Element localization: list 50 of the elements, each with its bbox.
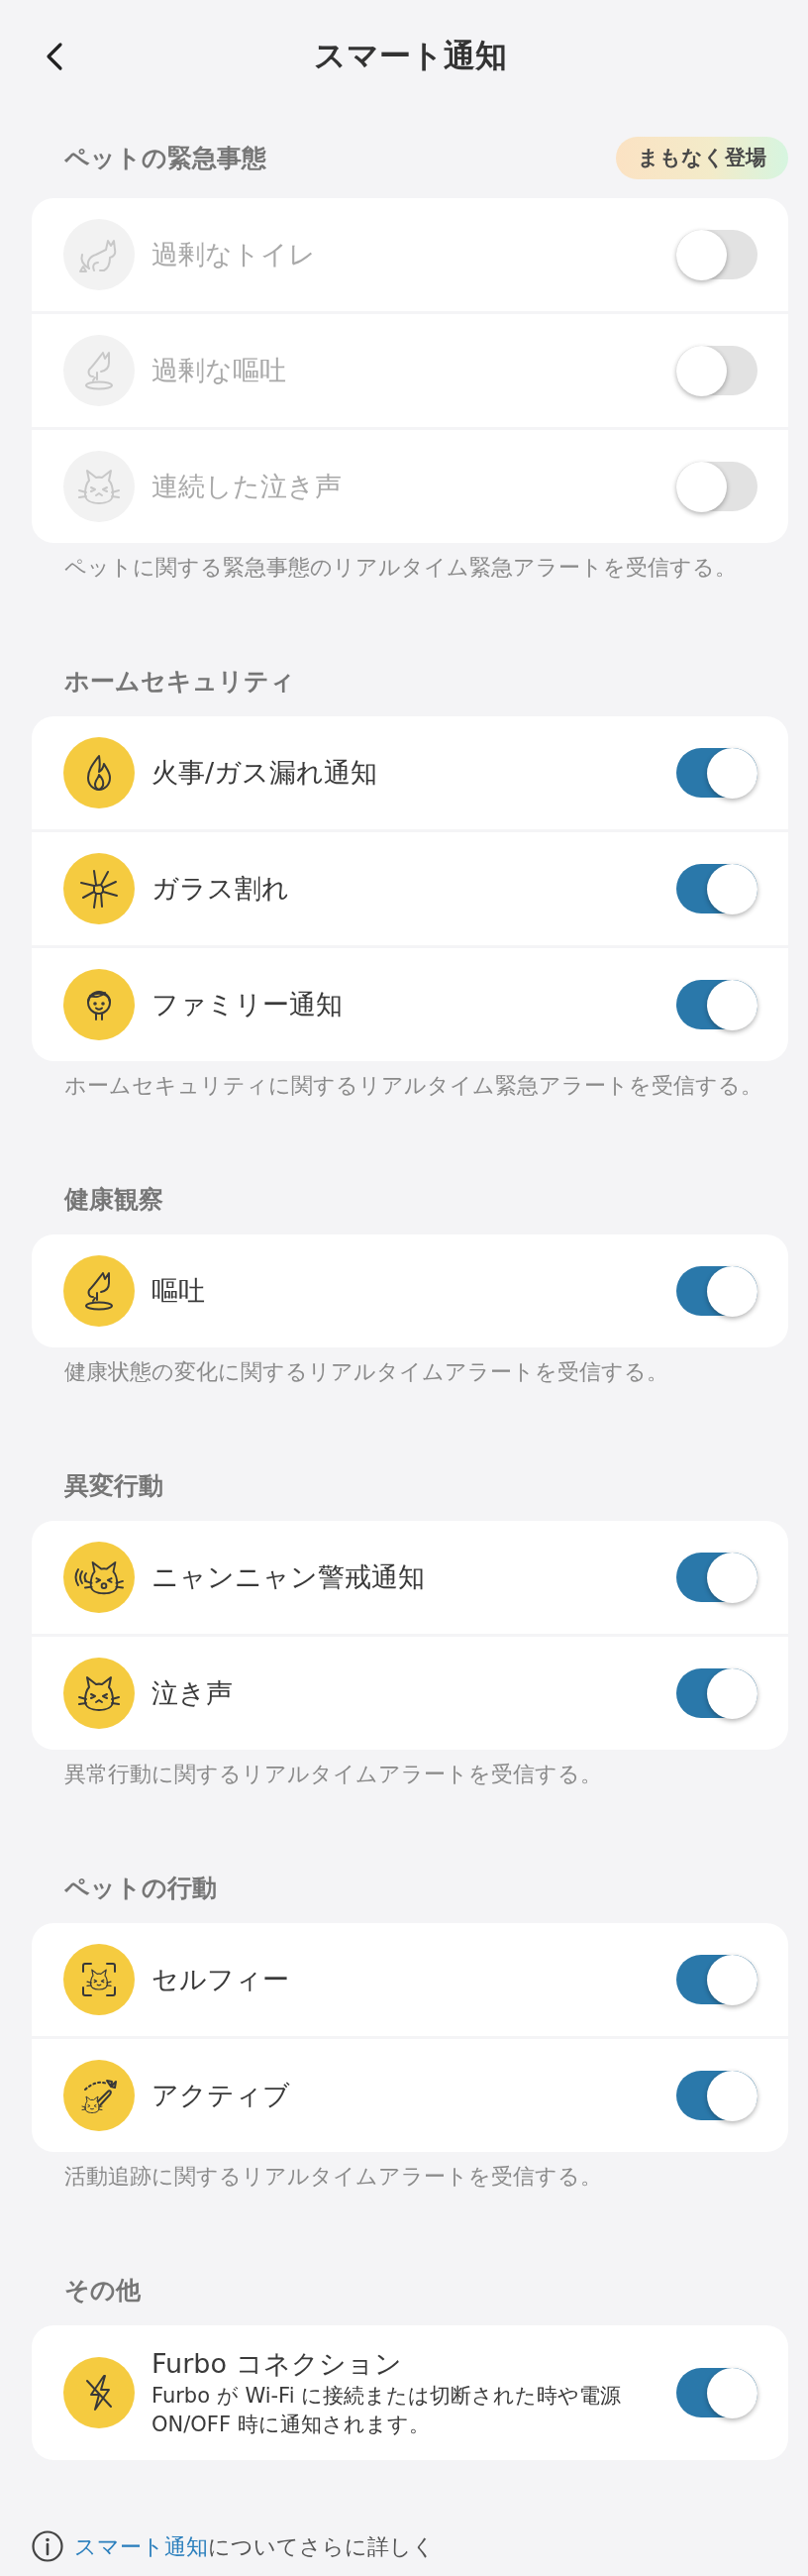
- smart-notification-link[interactable]: スマート通知: [74, 2533, 208, 2559]
- section-heading: 健康観察: [64, 1183, 163, 1216]
- cat-face-icon: [63, 1658, 135, 1729]
- setting-label: ファミリー通知: [152, 988, 343, 1021]
- setting-label: 泣き声: [152, 1676, 233, 1710]
- toggle-switch[interactable]: [676, 980, 758, 1029]
- coming-soon-badge: まもなく登場: [616, 136, 788, 179]
- setting-label: 火事/ガス漏れ通知: [152, 756, 378, 790]
- toggle-switch[interactable]: [676, 1955, 758, 2004]
- section-heading: ペットの緊急事態: [64, 142, 266, 174]
- info-icon: [32, 2530, 63, 2562]
- setting-label: ガラス割れ: [152, 872, 289, 906]
- section-heading: ペットの行動: [64, 1872, 217, 1904]
- section-description: ホームセキュリティに関するリアルタイム緊急アラートを受信する。: [64, 1072, 762, 1100]
- toggle-switch[interactable]: [676, 1668, 758, 1718]
- setting-label: セルフィー: [152, 1963, 289, 1996]
- setting-label: 過剰なトイレ: [152, 238, 316, 271]
- toggle-switch[interactable]: [676, 1266, 758, 1316]
- toggle-switch[interactable]: [676, 2071, 758, 2120]
- setting-label: アクティブ: [152, 2079, 290, 2112]
- toggle-switch[interactable]: [676, 2368, 758, 2417]
- toggle-switch[interactable]: [676, 864, 758, 913]
- setting-label: Furbo コネクション: [152, 2347, 402, 2381]
- section-description: ペットに関する緊急事態のリアルタイム緊急アラートを受信する。: [64, 554, 737, 582]
- setting-label: 連続した泣き声: [152, 470, 342, 503]
- flame-icon: [63, 737, 135, 808]
- setting-label: 嘔吐: [152, 1274, 205, 1308]
- toggle-switch[interactable]: [676, 748, 758, 798]
- cracked-glass-icon: [63, 853, 135, 924]
- section-description: 健康状態の変化に関するリアルタイムアラートを受信する。: [64, 1358, 668, 1386]
- setting-label: ニャンニャン警戒通知: [152, 1560, 425, 1594]
- cat-icon: [63, 219, 135, 290]
- section-description: 異常行動に関するリアルタイムアラートを受信する。: [64, 1761, 602, 1788]
- setting-label: 過剰な嘔吐: [152, 354, 286, 387]
- section-description: 活動追跡に関するリアルタイムアラートを受信する。: [64, 2163, 602, 2191]
- learn-more-text: スマート通知についてさらに詳しく: [74, 2532, 435, 2561]
- section-heading: 異変行動: [64, 1469, 163, 1502]
- cat-face-icon: [63, 451, 135, 522]
- person-icon: [63, 969, 135, 1040]
- cat-puddle-icon: [63, 1255, 135, 1327]
- toggle-switch[interactable]: [676, 1553, 758, 1602]
- cat-frame-icon: [63, 1944, 135, 2015]
- lightning-off-icon: [63, 2357, 135, 2428]
- cat-puddle-icon: [63, 335, 135, 406]
- section-heading: その他: [64, 2274, 141, 2307]
- meowing-cat-icon: [63, 1542, 135, 1613]
- page-title: スマート通知: [313, 36, 507, 76]
- section-heading: ホームセキュリティ: [64, 665, 295, 698]
- setting-description: Furbo が Wi-Fi に接続または切断された時や電源 ON/OFF 時に通知されます。: [152, 2383, 623, 2438]
- cat-butterfly-icon: [63, 2060, 135, 2131]
